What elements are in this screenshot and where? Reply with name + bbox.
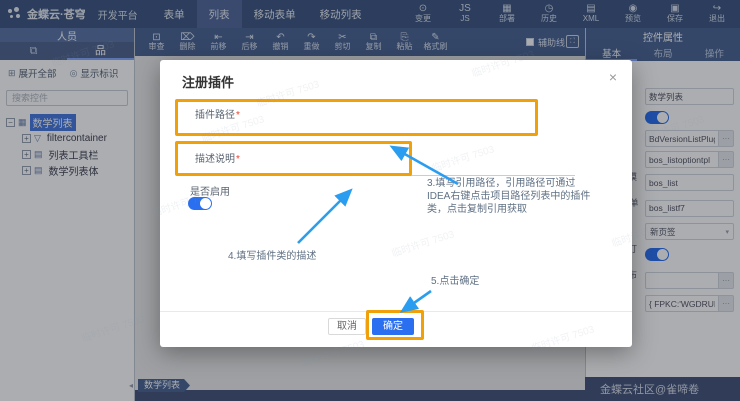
description-input[interactable] [190, 158, 575, 176]
dialog-footer-divider [160, 311, 632, 312]
community-watermark: 金蝶云社区@雀啼卷 [600, 381, 699, 397]
enable-toggle[interactable] [188, 197, 212, 210]
annotation-step5: 5.点击确定 [431, 275, 479, 288]
close-icon[interactable]: × [609, 69, 617, 85]
annotation-step3: 3.填写引用路径，引用路径可通过IDEA右键点击项目路径列表中的插件类，点击复制… [427, 177, 591, 216]
ok-button[interactable]: 确定 [372, 318, 414, 335]
app-window: 金蝶云·苍穹 开发平台 表单列表移动表单移动列表 ⊙变更JSJS▦部署◷历史▤X… [0, 0, 740, 401]
plugin-path-label: 插件路径* [195, 106, 240, 121]
annotation-step4: 4.填写插件类的描述 [228, 250, 316, 263]
dialog-title: 注册插件 [182, 72, 234, 91]
cancel-button[interactable]: 取消 [328, 318, 366, 335]
enable-label: 是否启用 [190, 183, 230, 198]
required-asterisk: * [236, 110, 240, 121]
